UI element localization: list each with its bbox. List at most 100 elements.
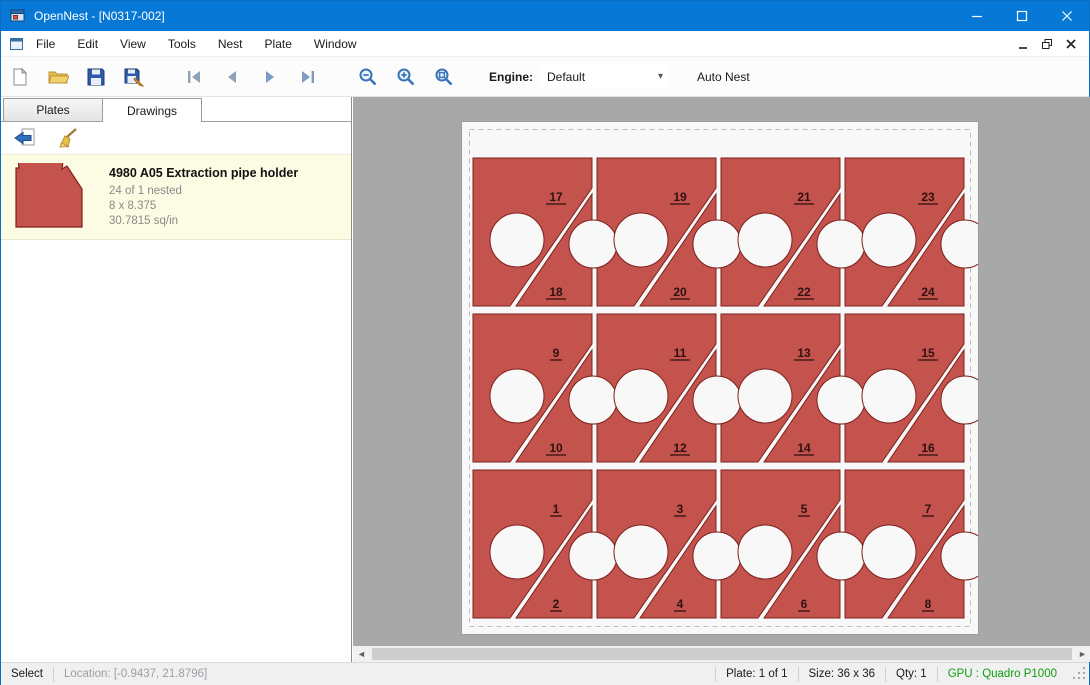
- part-number-label: 14: [797, 441, 811, 455]
- engine-value: Default: [547, 70, 585, 84]
- menu-edit[interactable]: Edit: [66, 32, 109, 56]
- status-location: Location: [-0.9437, 21.8796]: [54, 668, 217, 680]
- part-notch-hole: [693, 376, 741, 424]
- part-notch-hole: [693, 220, 741, 268]
- new-button[interactable]: [5, 62, 35, 92]
- mdi-restore-icon: [1040, 37, 1054, 51]
- scrollbar-thumb[interactable]: [372, 648, 1072, 660]
- part-notch-hole: [614, 213, 668, 267]
- part-thumbnail: [13, 163, 85, 231]
- previous-arrow-icon: [222, 68, 242, 86]
- new-document-icon: [10, 67, 30, 87]
- status-gpu: GPU : Quadro P1000: [938, 668, 1067, 680]
- status-size: Size: 36 x 36: [799, 668, 885, 680]
- zoom-in-button[interactable]: [391, 62, 421, 92]
- minimize-button[interactable]: [954, 1, 999, 31]
- part-number-label: 21: [797, 190, 811, 204]
- part-notch-hole: [817, 220, 865, 268]
- save-as-button[interactable]: [119, 62, 149, 92]
- part-number-label: 19: [673, 190, 687, 204]
- first-plate-button[interactable]: [179, 62, 209, 92]
- maximize-icon: [1016, 10, 1028, 22]
- part-number-label: 18: [549, 285, 563, 299]
- title-bar: OpenNest - [N0317-002]: [1, 1, 1089, 31]
- last-plate-button[interactable]: [293, 62, 323, 92]
- part-number-label: 7: [925, 502, 932, 516]
- part-number-label: 11: [674, 346, 687, 360]
- drawing-area: 30.7815 sq/in: [109, 214, 298, 229]
- part-notch-hole: [490, 213, 544, 267]
- part-number-label: 1: [553, 502, 560, 516]
- menu-plate[interactable]: Plate: [254, 32, 303, 56]
- drawings-toolbar: [1, 122, 351, 154]
- menu-file[interactable]: File: [25, 32, 66, 56]
- part-number-label: 20: [673, 285, 687, 299]
- part-number-label: 8: [925, 597, 932, 611]
- engine-label: Engine:: [489, 70, 533, 84]
- part-notch-hole: [738, 369, 792, 423]
- last-arrow-icon: [298, 68, 318, 86]
- scroll-right-icon[interactable]: ►: [1074, 649, 1090, 659]
- tab-drawings[interactable]: Drawings: [102, 98, 202, 122]
- part-number-label: 6: [801, 597, 808, 611]
- mdi-restore-button[interactable]: [1035, 33, 1059, 55]
- clean-button[interactable]: [53, 125, 81, 151]
- mdi-document-icon: [9, 36, 25, 52]
- part-notch-hole: [569, 376, 617, 424]
- part-notch-hole: [614, 525, 668, 579]
- save-button[interactable]: [81, 62, 111, 92]
- menu-tools[interactable]: Tools: [157, 32, 207, 56]
- close-button[interactable]: [1044, 1, 1089, 31]
- previous-plate-button[interactable]: [217, 62, 247, 92]
- side-panel: Plates Drawings 4: [1, 97, 352, 662]
- zoom-out-icon: [358, 67, 378, 87]
- drawing-list-item[interactable]: 4980 A05 Extraction pipe holder 24 of 1 …: [1, 154, 351, 240]
- part-number-label: 23: [921, 190, 935, 204]
- part-number-label: 13: [797, 346, 811, 360]
- part-number-label: 9: [553, 346, 560, 360]
- zoom-fit-icon: [434, 67, 454, 87]
- status-qty: Qty: 1: [886, 668, 937, 680]
- part-notch-hole: [490, 369, 544, 423]
- scroll-left-icon[interactable]: ◄: [353, 649, 370, 659]
- part-notch-hole: [569, 532, 617, 580]
- part-number-label: 15: [921, 346, 935, 360]
- menu-nest[interactable]: Nest: [207, 32, 254, 56]
- save-icon: [86, 67, 106, 87]
- maximize-button[interactable]: [999, 1, 1044, 31]
- part-number-label: 22: [797, 285, 811, 299]
- drawing-nested-count: 24 of 1 nested: [109, 184, 298, 199]
- auto-nest-button[interactable]: Auto Nest: [697, 70, 750, 84]
- reload-drawing-button[interactable]: [11, 125, 39, 151]
- mdi-minimize-button[interactable]: [1011, 33, 1035, 55]
- part-notch-hole: [817, 376, 865, 424]
- nest-canvas[interactable]: 171819202122232491011121314151612345678: [353, 97, 1090, 646]
- part-number-label: 10: [549, 441, 563, 455]
- zoom-out-button[interactable]: [353, 62, 383, 92]
- menu-view[interactable]: View: [109, 32, 157, 56]
- zoom-fit-button[interactable]: [429, 62, 459, 92]
- tab-plates[interactable]: Plates: [3, 98, 103, 121]
- part-number-label: 12: [673, 441, 687, 455]
- status-mode: Select: [1, 668, 53, 680]
- minimize-icon: [971, 10, 983, 22]
- part-number-label: 5: [801, 502, 808, 516]
- part-notch-hole: [817, 532, 865, 580]
- part-number-label: 4: [677, 597, 684, 611]
- mdi-close-button[interactable]: [1059, 33, 1083, 55]
- horizontal-scrollbar[interactable]: ◄ ►: [353, 646, 1090, 662]
- next-plate-button[interactable]: [255, 62, 285, 92]
- part-number-label: 24: [921, 285, 935, 299]
- drawing-title: 4980 A05 Extraction pipe holder: [109, 166, 298, 180]
- mdi-close-icon: [1064, 37, 1078, 51]
- blue-arrow-page-icon: [12, 127, 38, 149]
- resize-grip[interactable]: [1073, 667, 1087, 681]
- engine-select[interactable]: Default ▾: [541, 65, 669, 89]
- chevron-down-icon: ▾: [658, 71, 663, 82]
- part-number-label: 16: [921, 441, 935, 455]
- nest-plate-svg: 171819202122232491011121314151612345678: [462, 122, 978, 634]
- mdi-minimize-icon: [1016, 37, 1030, 51]
- open-button[interactable]: [43, 62, 73, 92]
- part-notch-hole: [490, 525, 544, 579]
- menu-window[interactable]: Window: [303, 32, 368, 56]
